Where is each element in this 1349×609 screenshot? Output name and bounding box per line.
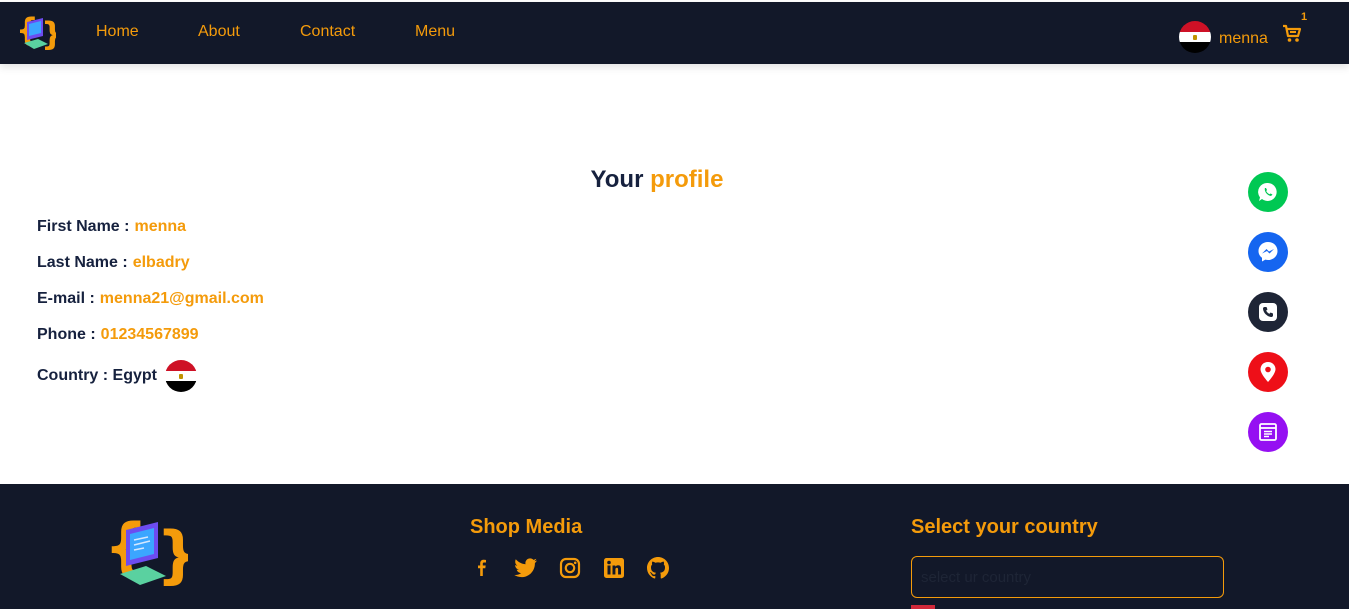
messenger-icon: [1258, 242, 1278, 262]
site-logo[interactable]: { }: [16, 10, 56, 54]
nav-contact[interactable]: Contact: [300, 23, 355, 41]
email-row: E-mail : menna21@gmail.com: [37, 290, 264, 308]
email-value: menna21@gmail.com: [99, 290, 264, 307]
country-label: Country : Egypt: [37, 367, 157, 384]
last-name-row: Last Name : elbadry: [37, 254, 190, 272]
egypt-flag-icon: [1179, 21, 1211, 53]
last-name-label: Last Name :: [37, 254, 128, 271]
facebook-icon: [478, 559, 486, 576]
egypt-flag-icon: [165, 360, 197, 392]
location-pin-icon: [1260, 362, 1276, 382]
country-flag-strip: [911, 605, 935, 609]
whatsapp-button[interactable]: [1248, 172, 1288, 212]
nav-about[interactable]: About: [198, 23, 240, 41]
linkedin-icon: [604, 558, 624, 578]
phone-call-button[interactable]: [1248, 292, 1288, 332]
cart-icon[interactable]: [1282, 24, 1302, 44]
phone-icon: [1259, 303, 1277, 321]
phone-row: Phone : 01234567899: [37, 326, 199, 344]
navbar: { } Home About Contact Menu menna 1: [0, 2, 1349, 64]
github-icon: [647, 557, 669, 579]
svg-text:}: }: [156, 518, 188, 590]
twitter-link[interactable]: [514, 556, 538, 580]
cart-count-badge: 1: [1301, 11, 1308, 23]
github-link[interactable]: [646, 556, 670, 580]
email-label: E-mail :: [37, 290, 95, 307]
facebook-link[interactable]: [470, 556, 494, 580]
title-part2: profile: [650, 166, 724, 193]
first-name-row: First Name : menna: [37, 218, 186, 236]
nav-home[interactable]: Home: [96, 23, 139, 41]
first-name-value: menna: [134, 218, 187, 235]
menu-board-icon: [1259, 423, 1277, 441]
menu-board-button[interactable]: [1248, 412, 1288, 452]
title-part1: Your: [590, 166, 644, 193]
footer: { } Shop Media Se: [0, 484, 1349, 609]
country-row: Country : Egypt: [37, 360, 197, 392]
first-name-label: First Name :: [37, 218, 130, 235]
username: menna: [1219, 30, 1268, 47]
footer-logo[interactable]: { }: [104, 510, 188, 590]
country-input[interactable]: [911, 556, 1224, 598]
select-country-title: Select your country: [911, 516, 1098, 538]
instagram-link[interactable]: [558, 556, 582, 580]
shop-media-title: Shop Media: [470, 516, 583, 538]
svg-text:}: }: [41, 15, 56, 53]
phone-value: 01234567899: [100, 326, 199, 343]
page-title: Your profile: [0, 166, 1314, 194]
messenger-button[interactable]: [1248, 232, 1288, 272]
location-button[interactable]: [1248, 352, 1288, 392]
instagram-icon: [559, 557, 581, 579]
user-menu[interactable]: menna: [1179, 21, 1268, 53]
linkedin-link[interactable]: [602, 556, 626, 580]
twitter-icon: [514, 558, 537, 578]
phone-label: Phone :: [37, 326, 96, 343]
whatsapp-icon: [1258, 182, 1277, 201]
nav-menu[interactable]: Menu: [415, 23, 455, 41]
last-name-value: elbadry: [132, 254, 190, 271]
